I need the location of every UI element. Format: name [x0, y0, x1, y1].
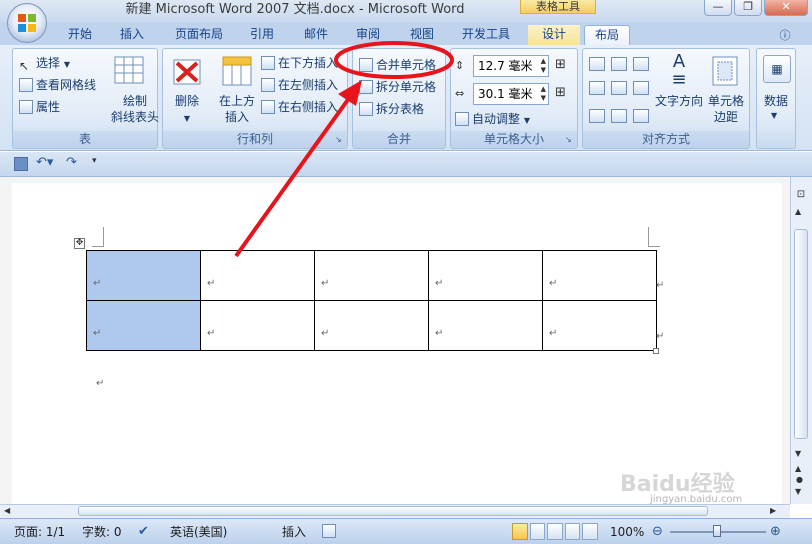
baidu-watermark-url: jingyan.baidu.com — [650, 494, 743, 505]
annotation-circle — [334, 41, 454, 79]
annotation-arrow-head — [338, 80, 362, 106]
annotation-arrow-line — [234, 92, 354, 258]
annotation-overlay — [234, 41, 454, 258]
